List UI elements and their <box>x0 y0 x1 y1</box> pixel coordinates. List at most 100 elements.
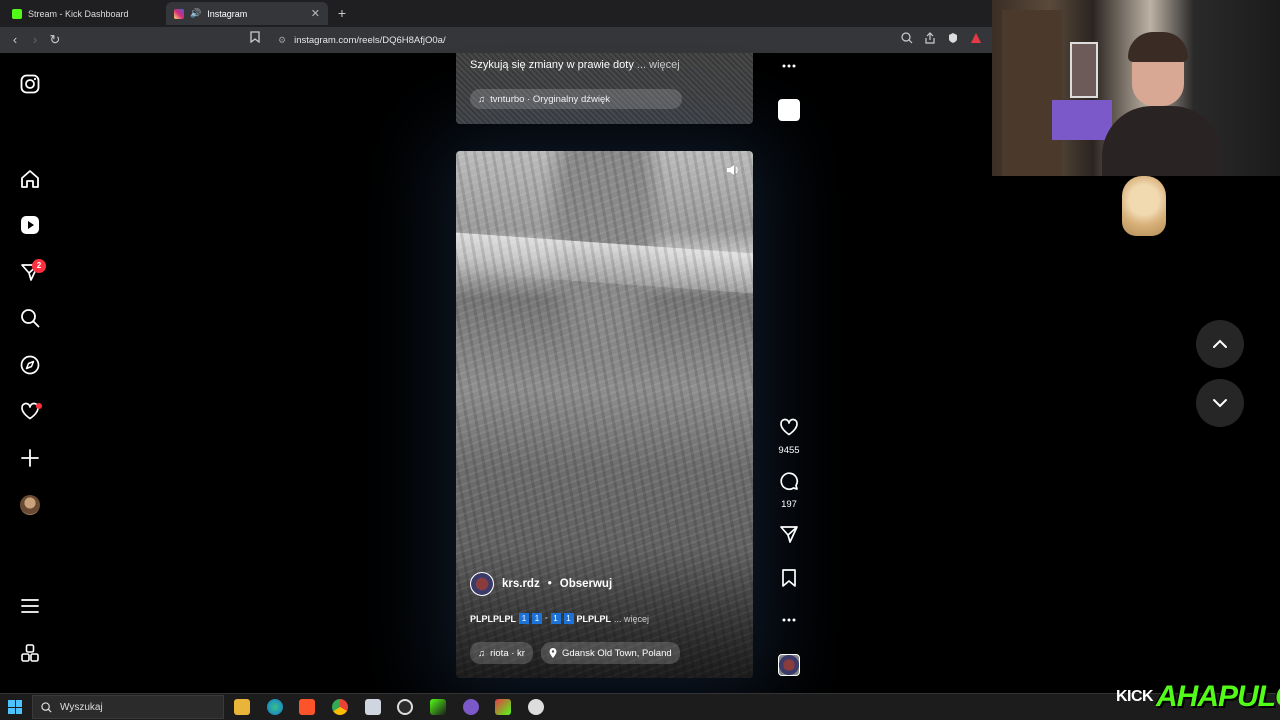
app-icon[interactable] <box>528 699 544 715</box>
likes-count: 9455 <box>778 445 800 456</box>
previous-reel-audio-pill[interactable]: ♫ tvnturbo · Oryginalny dźwięk <box>470 89 682 109</box>
send-icon <box>780 526 798 543</box>
author-avatar[interactable] <box>470 572 494 596</box>
browser-tab-bar: Stream - Kick Dashboard 🔊 Instagram ✕ + <box>0 0 992 27</box>
profile-avatar[interactable] <box>19 494 41 516</box>
reel-author-row: krs.rdz • Obserwuj <box>470 572 612 596</box>
instagram-favicon-icon <box>174 8 184 19</box>
audio-label: riota · kr <box>490 647 525 659</box>
caption-prefix: PLPLPLPL <box>470 613 517 624</box>
obs-icon[interactable] <box>397 699 413 715</box>
like-button[interactable]: 9455 <box>777 417 801 456</box>
brave-icon[interactable] <box>299 699 315 715</box>
speaker-icon: 🔊 <box>190 8 202 18</box>
heart-icon <box>780 418 798 436</box>
current-reel-video[interactable]: krs.rdz • Obserwuj PLPLPLPL 1 1 ◦ 1 1 PL… <box>456 151 753 678</box>
previous-audio-thumbnail[interactable] <box>778 99 800 121</box>
brave-shield-icon[interactable] <box>944 31 962 49</box>
webcam-background-chair <box>1052 100 1112 140</box>
forward-button[interactable]: › <box>26 31 44 49</box>
audio-thumbnail[interactable] <box>778 654 800 676</box>
menu-hamburger-icon[interactable] <box>19 595 41 617</box>
new-tab-button[interactable]: + <box>335 5 349 21</box>
save-button[interactable] <box>777 568 801 593</box>
zoom-icon[interactable] <box>898 31 916 49</box>
caption-more-link[interactable]: ... więcej <box>637 59 680 71</box>
streamer-hair <box>1128 32 1188 62</box>
location-pill[interactable]: Gdansk Old Town, Poland <box>540 642 680 664</box>
instagram-logo-icon[interactable] <box>19 73 41 95</box>
webcam-background-poster <box>1070 42 1098 98</box>
search-icon[interactable] <box>19 307 41 329</box>
more-options-icon[interactable] <box>777 612 801 633</box>
bookmark-icon <box>782 569 796 587</box>
url-text: instagram.com/reels/DQ6H8AfjO0a/ <box>294 34 446 46</box>
windows-start-icon[interactable] <box>8 700 22 714</box>
chevron-down-icon <box>1213 399 1227 408</box>
windows-taskbar: Wyszukaj <box>0 693 1280 720</box>
chrome-icon[interactable] <box>332 699 348 715</box>
tab-label: Stream - Kick Dashboard <box>28 8 129 19</box>
tab-label: Instagram <box>207 8 248 19</box>
taskbar-search[interactable]: Wyszukaj <box>32 695 224 719</box>
follow-button[interactable]: Obserwuj <box>560 578 612 590</box>
audio-label: tvnturbo · Oryginalny dźwięk <box>490 93 610 105</box>
reload-button[interactable]: ↻ <box>46 31 64 49</box>
kick-app-icon[interactable] <box>430 699 446 715</box>
reel-caption[interactable]: PLPLPLPL 1 1 ◦ 1 1 PLPLPL ... więcej <box>470 613 649 624</box>
reels-icon[interactable] <box>19 214 41 236</box>
comments-count: 197 <box>781 499 797 510</box>
caption-separator: ◦ <box>545 615 548 622</box>
close-tab-icon[interactable]: ✕ <box>311 7 320 20</box>
previous-reel-card[interactable]: Szykują się zmiany w prawie doty ... wię… <box>456 53 753 124</box>
webcam-background-door <box>1002 10 1062 176</box>
messages-badge: 2 <box>32 259 46 273</box>
search-placeholder: Wyszukaj <box>60 701 103 713</box>
file-explorer-icon[interactable] <box>234 699 250 715</box>
caption-digit-box: 1 <box>519 613 530 624</box>
location-pin-icon <box>549 648 557 658</box>
create-plus-icon[interactable] <box>19 447 41 469</box>
comment-icon <box>780 472 799 491</box>
brave-rewards-icon[interactable] <box>967 31 985 49</box>
webcam-overlay <box>992 0 1280 176</box>
back-button[interactable]: ‹ <box>6 31 24 49</box>
audio-pill[interactable]: ♫ riota · kr <box>470 642 533 664</box>
kick-watermark: KICK <box>1116 688 1154 705</box>
browser-toolbar: ‹ › ↻ ⚙ instagram.com/reels/DQ6H8AfjO0a/ <box>0 27 992 53</box>
caption-text: Szykują się zmiany w prawie doty <box>470 59 634 71</box>
discord-icon[interactable] <box>463 699 479 715</box>
app-icon[interactable] <box>495 699 511 715</box>
comment-button[interactable]: 197 <box>777 471 801 510</box>
also-from-meta-icon[interactable] <box>19 642 41 664</box>
share-icon[interactable] <box>921 31 939 49</box>
notification-dot <box>36 403 42 409</box>
reel-pills-row: ♫ riota · kr Gdansk Old Town, Poland <box>470 642 680 664</box>
address-bar[interactable]: ⚙ instagram.com/reels/DQ6H8AfjO0a/ <box>270 30 990 50</box>
site-info-icon[interactable]: ⚙ <box>278 35 286 46</box>
location-label: Gdansk Old Town, Poland <box>561 647 672 659</box>
next-reel-button[interactable] <box>1196 379 1244 427</box>
tab-kick-dashboard[interactable]: Stream - Kick Dashboard <box>4 2 164 25</box>
explore-icon[interactable] <box>19 354 41 376</box>
caption-digit-box: 1 <box>550 613 561 624</box>
previous-reel-button[interactable] <box>1196 320 1244 368</box>
streamer-body <box>1102 106 1222 176</box>
previous-more-options-icon[interactable] <box>777 58 801 79</box>
home-icon[interactable] <box>19 168 41 190</box>
kick-favicon-icon <box>12 8 22 19</box>
bookmark-icon[interactable] <box>246 31 264 49</box>
search-icon <box>41 701 52 713</box>
caption-digit-box: 1 <box>563 613 574 624</box>
caption-more-link[interactable]: ... więcej <box>614 614 649 624</box>
edge-icon[interactable] <box>267 699 283 715</box>
author-separator: • <box>547 578 552 590</box>
sound-toggle-icon[interactable] <box>725 163 741 179</box>
channel-logo: AHAPULCO <box>1156 680 1280 713</box>
hamster-sticker <box>1122 176 1166 236</box>
tab-instagram[interactable]: 🔊 Instagram ✕ <box>166 2 328 25</box>
share-button[interactable] <box>777 524 801 549</box>
app-icon[interactable] <box>365 699 381 715</box>
author-username[interactable]: krs.rdz <box>502 578 540 590</box>
music-note-icon: ♫ <box>478 93 486 105</box>
